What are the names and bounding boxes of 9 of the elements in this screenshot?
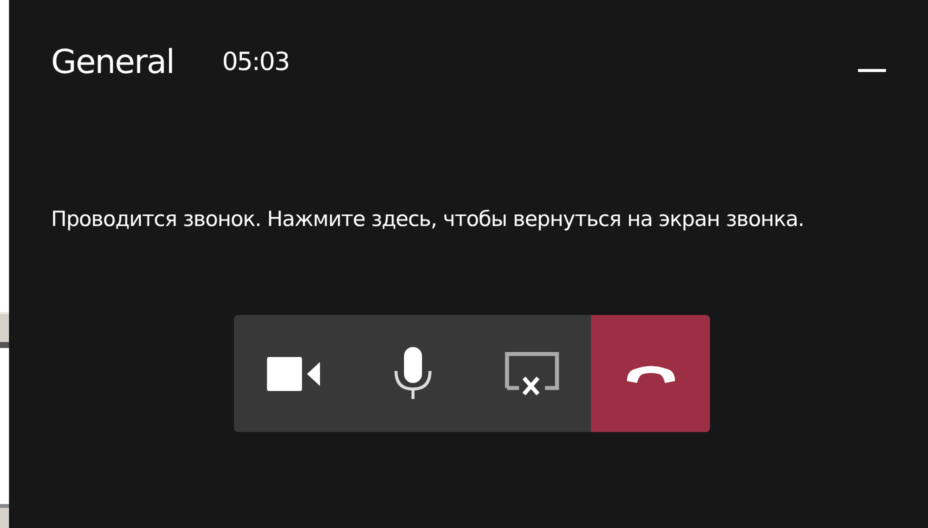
window-title: General: [51, 42, 174, 81]
video-camera-icon: [267, 356, 320, 390]
hang-up-button[interactable]: [591, 315, 710, 432]
return-to-call-message[interactable]: Проводится звонок. Нажмите здесь, чтобы вернуться на экран звонка.: [51, 197, 871, 242]
camera-button[interactable]: [234, 315, 353, 432]
share-screen-button[interactable]: [472, 315, 591, 432]
call-timer: 05:03: [222, 47, 290, 76]
screen-share-stop-icon: [504, 350, 558, 398]
microphone-icon: [392, 346, 432, 400]
